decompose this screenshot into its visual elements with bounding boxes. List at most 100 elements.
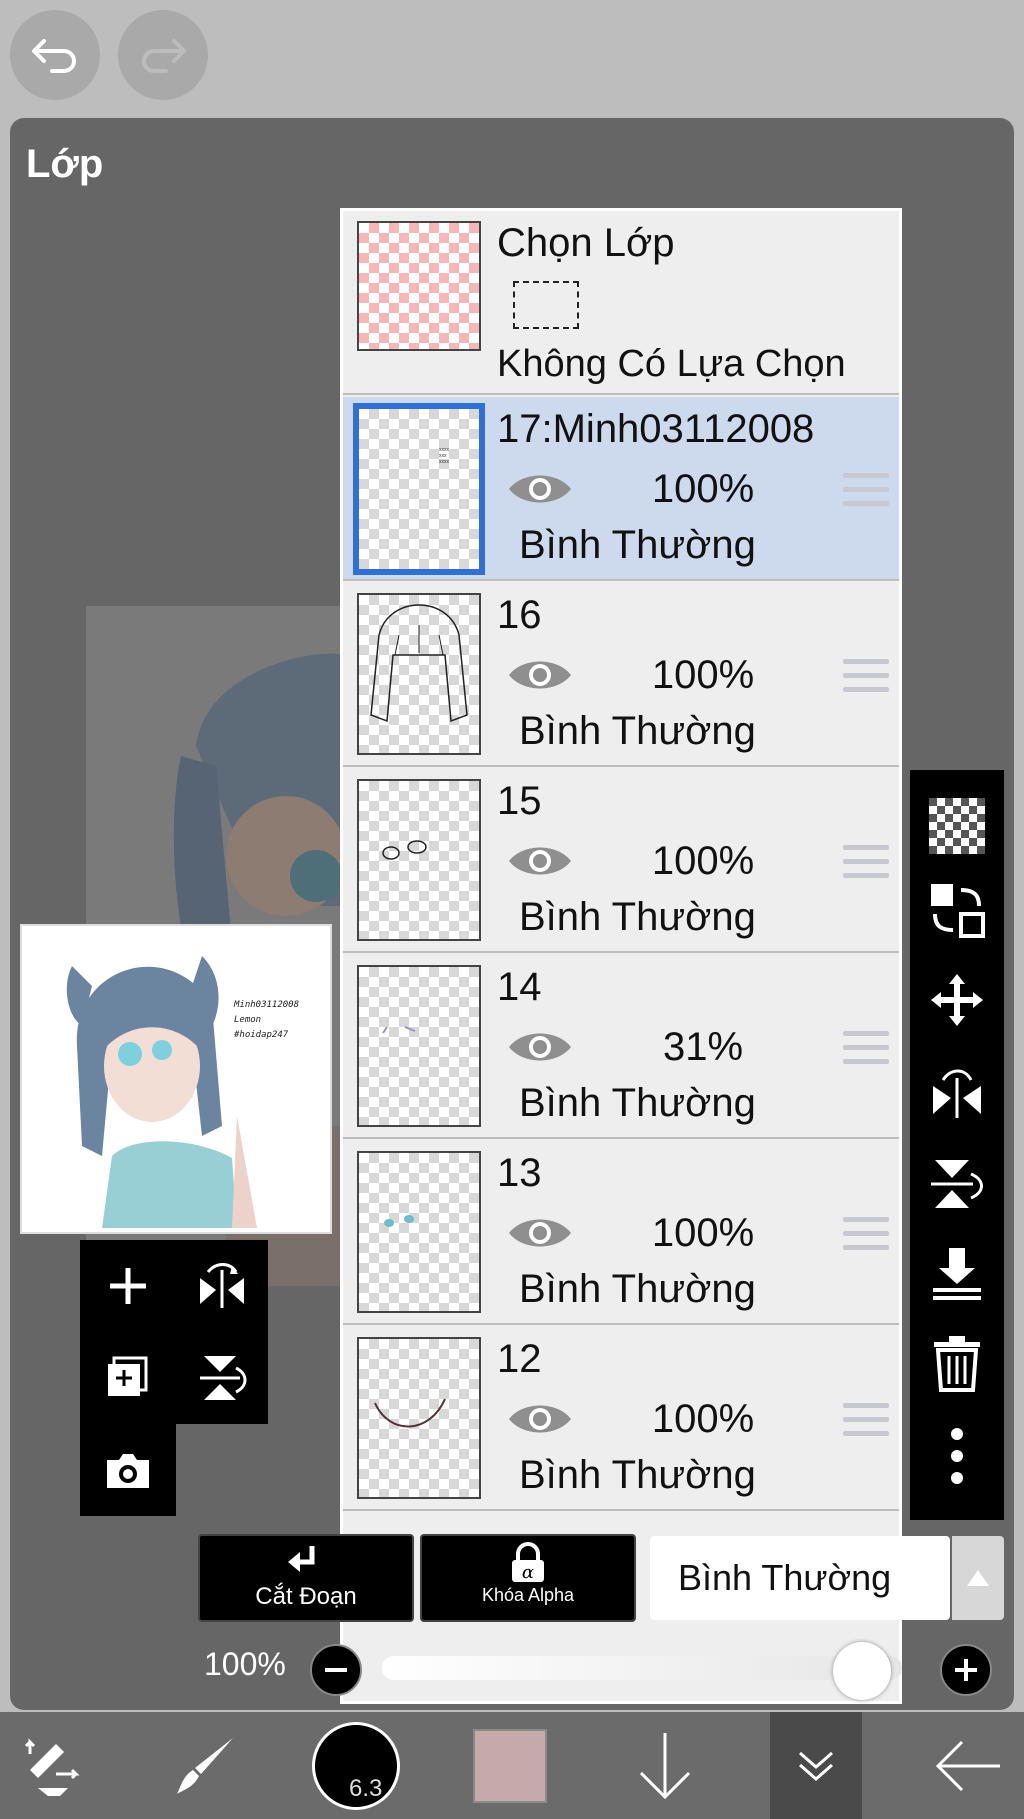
color-swatch-button[interactable] bbox=[472, 1712, 548, 1819]
layer-blend-mode: Bình Thường bbox=[519, 895, 756, 939]
layer-blend-mode: Bình Thường bbox=[519, 1453, 756, 1497]
alpha-lock-label: Khóa Alpha bbox=[481, 1585, 575, 1605]
layer-opacity: 31% bbox=[662, 1025, 744, 1069]
eye-icon[interactable] bbox=[507, 1399, 573, 1439]
selection-status: Không Có Lựa Chọn bbox=[497, 343, 846, 385]
layer-panel: Lớp Chọn Lớp Không Có Lựa Chọn xxxx xxx xx… bbox=[10, 118, 1014, 1710]
brush-icon bbox=[177, 1737, 233, 1794]
camera-button[interactable] bbox=[80, 1424, 176, 1516]
flip-vertical-icon bbox=[931, 1160, 983, 1208]
selection-marquee-icon bbox=[513, 281, 579, 329]
layer-thumbnail bbox=[357, 779, 481, 941]
duplicate-layer-button[interactable] bbox=[80, 1332, 176, 1424]
layer-row[interactable]: 13 100% Bình Thường bbox=[343, 1141, 899, 1325]
layer-opacity: 100% bbox=[651, 839, 755, 883]
triangle-up-icon bbox=[967, 1570, 989, 1586]
eye-icon[interactable] bbox=[507, 655, 573, 695]
swap-icon bbox=[931, 884, 985, 938]
blend-mode-select[interactable]: Bình Thường bbox=[650, 1536, 950, 1620]
layer-row[interactable]: 14 31% Bình Thường bbox=[343, 955, 899, 1139]
layer-opacity: 100% bbox=[651, 653, 755, 697]
lock-icon: α bbox=[512, 1542, 544, 1583]
layer-name: 15 bbox=[497, 779, 542, 823]
watermark-line: Minh03112008 bbox=[234, 1000, 300, 1010]
opacity-increase-button[interactable] bbox=[940, 1644, 992, 1696]
camera-icon bbox=[107, 1454, 149, 1488]
layer-row[interactable]: 15 100% Bình Thường bbox=[343, 769, 899, 953]
eye-icon[interactable] bbox=[507, 469, 573, 509]
redo-icon bbox=[142, 39, 186, 73]
layer-down-button[interactable] bbox=[620, 1712, 710, 1819]
layer-row[interactable]: 12 100% Bình Thường bbox=[343, 1327, 899, 1511]
eye-icon[interactable] bbox=[507, 1213, 573, 1253]
layer-name: 14 bbox=[497, 965, 542, 1009]
clipping-button[interactable]: Cắt Đoạn bbox=[198, 1534, 414, 1622]
layer-opacity: 100% bbox=[651, 1397, 755, 1441]
drag-handle-icon[interactable] bbox=[843, 1403, 889, 1445]
flip-horizontal-icon bbox=[200, 1263, 244, 1308]
watermark-line: #hoidap247 bbox=[234, 1030, 289, 1040]
minus-icon bbox=[325, 1668, 347, 1672]
flip-vertical-right-button[interactable] bbox=[910, 1144, 1004, 1224]
move-button[interactable] bbox=[910, 960, 1004, 1040]
opacity-label: 100% bbox=[204, 1646, 286, 1682]
flip-horizontal-right-button[interactable] bbox=[910, 1052, 1004, 1132]
layer-blend-mode: Bình Thường bbox=[519, 1081, 756, 1125]
current-color-swatch bbox=[473, 1728, 547, 1803]
swap-button[interactable] bbox=[910, 870, 1004, 950]
eye-icon[interactable] bbox=[507, 1027, 573, 1067]
add-layer-button[interactable] bbox=[80, 1240, 176, 1332]
bottom-toolbar: 6.3 bbox=[0, 1712, 1024, 1819]
drag-handle-icon[interactable] bbox=[843, 845, 889, 887]
transform-tool-button[interactable] bbox=[10, 1712, 100, 1819]
clip-arrow-icon bbox=[288, 1546, 315, 1572]
drag-handle-icon[interactable] bbox=[843, 659, 889, 701]
canvas-preview[interactable]: Minh03112008 Lemon #hoidap247 bbox=[20, 924, 332, 1234]
panel-title: Lớp bbox=[26, 142, 104, 186]
layer-thumbnail: xxxx xxx xxxx bbox=[353, 403, 485, 575]
layer-name: 16 bbox=[497, 593, 542, 637]
undo-button[interactable] bbox=[10, 10, 100, 100]
layer-list: Chọn Lớp Không Có Lựa Chọn xxxx xxx xxxx 1… bbox=[340, 208, 902, 1704]
delete-layer-button[interactable] bbox=[910, 1324, 1004, 1404]
transparency-icon bbox=[929, 798, 985, 854]
eye-icon[interactable] bbox=[507, 841, 573, 881]
flip-horizontal-button[interactable] bbox=[176, 1240, 268, 1332]
merge-down-button[interactable] bbox=[910, 1234, 1004, 1314]
plus-icon bbox=[955, 1659, 977, 1681]
selection-layer-row[interactable]: Chọn Lớp Không Có Lựa Chọn bbox=[343, 211, 899, 395]
layer-blend-mode: Bình Thường bbox=[519, 523, 756, 567]
layer-row[interactable]: 16 100% Bình Thường bbox=[343, 583, 899, 767]
merge-down-icon bbox=[933, 1248, 981, 1300]
more-button[interactable] bbox=[910, 1416, 1004, 1496]
blend-mode-dropdown-button[interactable] bbox=[952, 1536, 1004, 1620]
flip-horizontal-icon bbox=[933, 1069, 981, 1118]
brush-size-button[interactable]: 6.3 bbox=[308, 1712, 404, 1819]
opacity-slider-knob[interactable] bbox=[833, 1642, 891, 1700]
arrow-left-icon bbox=[935, 1740, 1000, 1791]
selection-thumbnail bbox=[357, 221, 481, 351]
flip-vertical-button[interactable] bbox=[176, 1332, 268, 1424]
drag-handle-icon[interactable] bbox=[843, 1031, 889, 1073]
more-vertical-icon bbox=[951, 1428, 963, 1484]
alpha-lock-button[interactable]: α Khóa Alpha bbox=[420, 1534, 636, 1622]
layer-name: 12 bbox=[497, 1337, 542, 1381]
layer-blend-mode: Bình Thường bbox=[519, 1267, 756, 1311]
transform-tool-icon bbox=[24, 1737, 80, 1796]
opacity-decrease-button[interactable] bbox=[310, 1644, 362, 1696]
brush-tool-button[interactable] bbox=[160, 1712, 250, 1819]
layer-tool-bar bbox=[910, 770, 1004, 1520]
add-layer-icon bbox=[110, 1268, 146, 1304]
collapse-panel-button[interactable] bbox=[770, 1712, 862, 1819]
trash-icon bbox=[934, 1336, 980, 1392]
back-button[interactable] bbox=[924, 1712, 1014, 1819]
layer-thumbnail bbox=[357, 965, 481, 1127]
drag-handle-icon[interactable] bbox=[843, 473, 889, 515]
opacity-slider[interactable] bbox=[382, 1656, 902, 1680]
transparency-button[interactable] bbox=[910, 786, 1004, 866]
selection-title: Chọn Lớp bbox=[497, 221, 675, 265]
layer-row[interactable]: xxxx xxx xxxx 17:Minh03112008 100% Bình Th… bbox=[343, 397, 899, 581]
drag-handle-icon[interactable] bbox=[843, 1217, 889, 1259]
layer-name: 17:Minh03112008 bbox=[497, 407, 815, 451]
redo-button[interactable] bbox=[118, 10, 208, 100]
